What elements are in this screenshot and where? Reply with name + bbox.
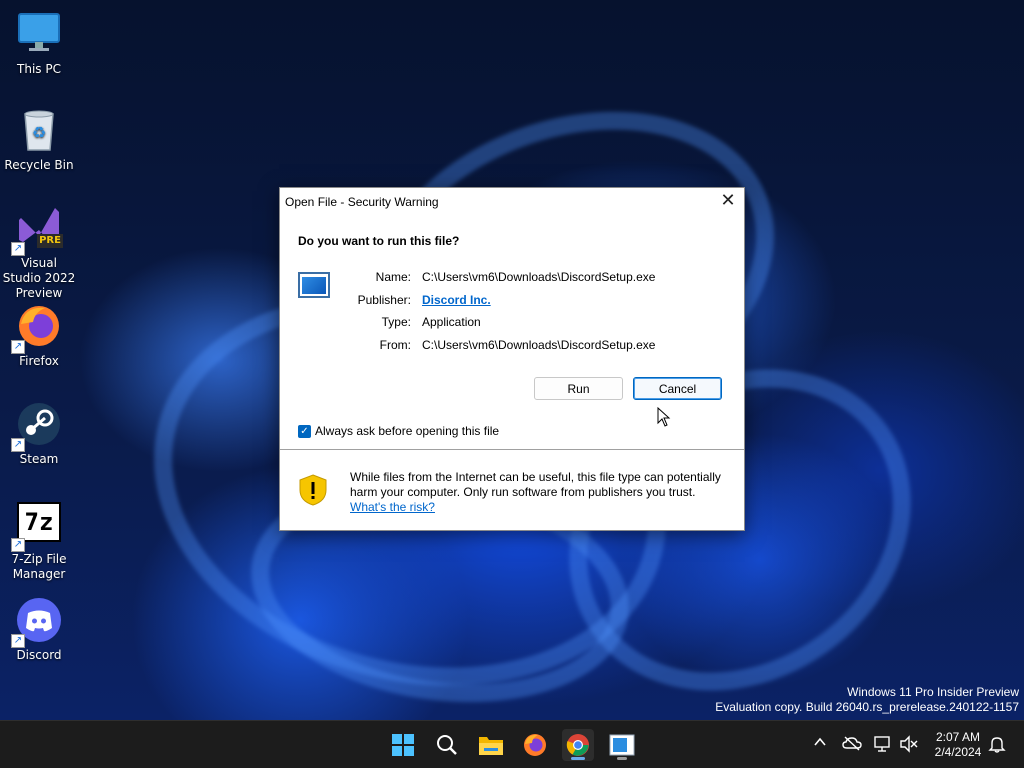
field-label: From: bbox=[379, 338, 411, 352]
checkbox-label: Always ask before opening this file bbox=[315, 424, 500, 438]
clock-date: 2/4/2024 bbox=[934, 745, 982, 759]
mouse-cursor-icon bbox=[657, 406, 671, 427]
recycle-bin-icon: ♻ bbox=[15, 106, 63, 154]
shortcut-arrow-icon: ↗ bbox=[11, 538, 25, 552]
dialog-content: Do you want to run this file? Name: C:\U… bbox=[280, 215, 744, 450]
desktop-icon-label: Visual Studio 2022 Preview bbox=[2, 256, 76, 300]
taskbar-clock[interactable]: 2:07 AM 2/4/2024 bbox=[925, 730, 991, 760]
discord-icon: ↗ bbox=[11, 596, 63, 648]
evaluation-watermark: Windows 11 Pro Insider Preview Evaluatio… bbox=[715, 685, 1019, 715]
warning-message: While files from the Internet can be use… bbox=[350, 470, 730, 515]
desktop-icon-discord[interactable]: ↗ Discord bbox=[2, 596, 76, 663]
field-label: Publisher: bbox=[357, 293, 411, 307]
field-from: From: C:\Users\vm6\Downloads\DiscordSetu… bbox=[280, 338, 744, 356]
field-label: Name: bbox=[375, 270, 411, 284]
network-icon[interactable] bbox=[873, 735, 893, 755]
svg-text:♻: ♻ bbox=[32, 123, 46, 142]
clock-time: 2:07 AM bbox=[935, 730, 981, 744]
close-icon[interactable]: ✕ bbox=[718, 191, 738, 211]
desktop-icon-label: Steam bbox=[19, 452, 59, 466]
warning-text: While files from the Internet can be use… bbox=[350, 470, 721, 499]
desktop-icon-label: Discord bbox=[16, 648, 62, 662]
field-publisher: Publisher: Discord Inc. bbox=[280, 293, 744, 311]
notification-bell-icon[interactable] bbox=[987, 735, 1007, 755]
chevron-up-icon[interactable] bbox=[810, 735, 830, 755]
7zip-icon: 7z ↗ bbox=[11, 500, 63, 552]
desktop-icon-recycle-bin[interactable]: ♻ Recycle Bin bbox=[2, 106, 76, 173]
watermark-line-2: Evaluation copy. Build 26040.rs_prerelea… bbox=[715, 700, 1019, 714]
monitor-icon bbox=[15, 10, 63, 58]
firefox-icon: ↗ bbox=[11, 302, 63, 354]
desktop-icon-7zip[interactable]: 7z ↗ 7-Zip File Manager bbox=[2, 500, 76, 582]
visual-studio-icon: PRE ↗ bbox=[11, 204, 63, 256]
field-label: Type: bbox=[381, 315, 411, 329]
shield-warning-icon bbox=[298, 474, 328, 506]
search-icon bbox=[437, 735, 457, 755]
running-indicator bbox=[617, 757, 627, 760]
shortcut-arrow-icon: ↗ bbox=[11, 438, 25, 452]
start-button[interactable] bbox=[387, 729, 419, 761]
checkbox-checked-icon[interactable]: ✓ bbox=[298, 424, 311, 438]
taskbar: 2:07 AM 2/4/2024 bbox=[0, 720, 1024, 768]
windows-logo-icon bbox=[392, 734, 414, 756]
whats-the-risk-link[interactable]: What's the risk? bbox=[350, 500, 730, 515]
run-button[interactable]: Run bbox=[534, 377, 623, 400]
volume-muted-icon[interactable] bbox=[899, 735, 919, 755]
taskbar-file-explorer[interactable] bbox=[475, 729, 507, 761]
7zip-glyph: 7z bbox=[17, 502, 61, 542]
steam-icon: ↗ bbox=[11, 400, 63, 452]
desktop-icon-label: Firefox bbox=[19, 354, 59, 368]
field-value: Application bbox=[422, 315, 481, 329]
warning-section: While files from the Internet can be use… bbox=[280, 450, 744, 530]
active-indicator bbox=[571, 757, 585, 760]
taskbar-chrome[interactable] bbox=[562, 729, 594, 761]
field-name: Name: C:\Users\vm6\Downloads\DiscordSetu… bbox=[280, 270, 744, 288]
desktop-icon-this-pc[interactable]: This PC bbox=[2, 10, 76, 77]
cancel-button[interactable]: Cancel bbox=[633, 377, 722, 400]
file-explorer-icon bbox=[479, 737, 503, 755]
desktop-icon-label: 7-Zip File Manager bbox=[11, 552, 67, 581]
onedrive-offline-icon[interactable] bbox=[842, 735, 862, 755]
field-value: C:\Users\vm6\Downloads\DiscordSetup.exe bbox=[422, 270, 656, 284]
desktop-icon-steam[interactable]: ↗ Steam bbox=[2, 400, 76, 467]
pre-badge: PRE bbox=[39, 235, 61, 246]
shortcut-arrow-icon: ↗ bbox=[11, 340, 25, 354]
taskbar-security-warning[interactable] bbox=[606, 729, 638, 761]
publisher-link[interactable]: Discord Inc. bbox=[422, 293, 491, 307]
taskbar-firefox[interactable] bbox=[519, 729, 551, 761]
field-value: C:\Users\vm6\Downloads\DiscordSetup.exe bbox=[422, 338, 656, 352]
desktop-icon-label: This PC bbox=[17, 62, 61, 76]
security-warning-dialog: Open File - Security Warning ✕ Do you wa… bbox=[279, 187, 745, 531]
chrome-icon bbox=[566, 734, 589, 756]
dialog-title: Open File - Security Warning bbox=[285, 194, 439, 209]
desktop-icon-firefox[interactable]: ↗ Firefox bbox=[2, 302, 76, 369]
shortcut-arrow-icon: ↗ bbox=[11, 242, 25, 256]
dialog-titlebar[interactable]: Open File - Security Warning bbox=[280, 188, 744, 215]
shortcut-arrow-icon: ↗ bbox=[11, 634, 25, 648]
search-button[interactable] bbox=[431, 729, 463, 761]
field-type: Type: Application bbox=[280, 315, 744, 333]
security-warning-app-icon bbox=[609, 734, 635, 756]
always-ask-checkbox[interactable]: ✓ Always ask before opening this file bbox=[298, 424, 499, 438]
watermark-line-1: Windows 11 Pro Insider Preview bbox=[847, 685, 1019, 699]
desktop-icon-visual-studio[interactable]: PRE ↗ Visual Studio 2022 Preview bbox=[2, 204, 76, 301]
firefox-icon bbox=[524, 734, 546, 756]
desktop-icon-label: Recycle Bin bbox=[4, 158, 74, 172]
dialog-question: Do you want to run this file? bbox=[298, 234, 460, 248]
